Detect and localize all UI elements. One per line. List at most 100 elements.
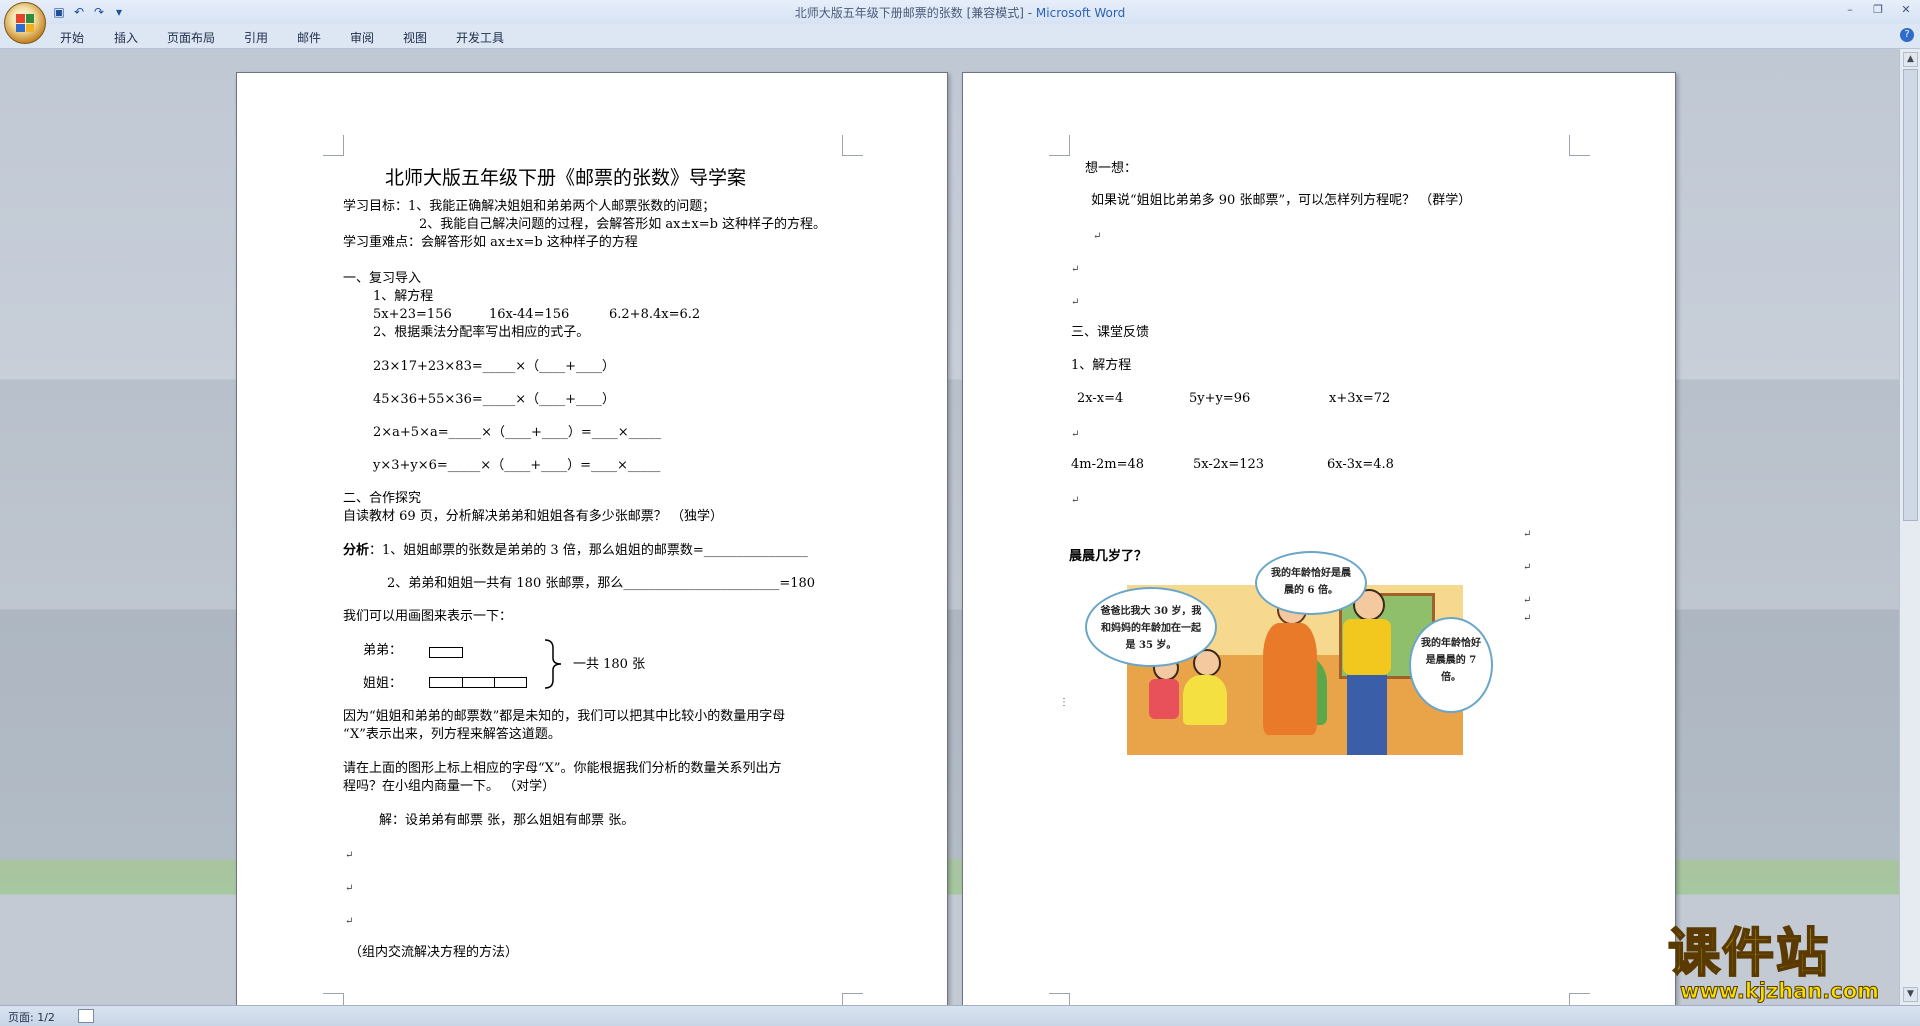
feedback-item-1: 1、解方程	[1071, 358, 1132, 373]
distributive-exercise: 45×36+55×36=_____×（____+____）	[373, 392, 616, 407]
brother-label: 弟弟：	[363, 643, 403, 658]
tab-mailings[interactable]: 邮件	[297, 29, 321, 46]
window-title: 北师大版五年级下册邮票的张数 [兼容模式] - Microsoft Word	[0, 4, 1920, 21]
paragraph-mark: ↵	[1523, 613, 1532, 624]
distributive-exercise: 23×17+23×83=_____×（____+____）	[373, 359, 616, 374]
minimize-icon[interactable]: –	[1842, 2, 1858, 18]
scroll-up-icon[interactable]: ▲	[1903, 52, 1918, 67]
solution-line: 解：设弟弟有邮票 张，那么姐姐有邮票 张。	[379, 813, 635, 828]
father-shirt	[1343, 619, 1391, 675]
brother-bar	[429, 647, 463, 658]
tab-page-layout[interactable]: 页面布局	[167, 29, 215, 46]
analysis-line-1: 分析：1、姐姐邮票的张数是弟弟的 3 倍，那么姐姐的邮票数=__________…	[343, 543, 808, 559]
task-line-1: 请在上面的图形上标上相应的字母“X”。你能根据我们分析的数量关系列出方	[343, 761, 782, 776]
maximize-icon[interactable]: ❐	[1870, 2, 1886, 18]
paragraph-mark: ↵	[1093, 231, 1102, 242]
paragraph-mark: ↵	[1071, 264, 1080, 275]
goal-line-2: 2、我能自己解决问题的过程，会解答形如 ax±x=b 这种样子的方程。	[419, 217, 827, 232]
equation: x+3x=72	[1329, 391, 1391, 406]
paragraph-mark: ↵	[1523, 562, 1532, 573]
paragraph-mark: ↵	[1523, 595, 1532, 606]
review-item-2: 2、根据乘法分配率写出相应的式子。	[373, 325, 590, 340]
title-bar: ▣ ↶ ↷ ▾ 北师大版五年级下册邮票的张数 [兼容模式] - Microsof…	[0, 0, 1920, 24]
explain-line-2: “X”表示出来，列方程来解答这道题。	[343, 727, 561, 742]
office-button[interactable]	[4, 2, 46, 44]
analysis-text: ：1、姐姐邮票的张数是弟弟的 3 倍，那么姐姐的邮票数=____________…	[369, 543, 808, 558]
page-2: 想一想： 如果说“姐姐比弟弟多 90 张邮票”，可以怎样列方程呢？ （群学） ↵…	[962, 72, 1676, 1014]
window-title-app: Microsoft Word	[1035, 6, 1126, 20]
doc-title: 北师大版五年级下册《邮票的张数》导学案	[385, 167, 747, 189]
speech-bubble-mother: 我的年龄恰好是晨晨的 6 倍。	[1255, 551, 1367, 615]
vertical-scrollbar[interactable]: ▲ ▼	[1899, 49, 1920, 1005]
tab-references[interactable]: 引用	[244, 29, 268, 46]
window-title-doc: 北师大版五年级下册邮票的张数 [兼容模式] -	[794, 6, 1036, 20]
tab-insert[interactable]: 插入	[114, 29, 138, 46]
tab-home[interactable]: 开始	[60, 29, 84, 46]
equation: 16x-44=156	[489, 307, 570, 322]
explain-line-1: 因为“姐姐和弟弟的邮票数”都是未知的，我们可以把其中比较小的数量用字母	[343, 709, 786, 724]
office-logo-icon	[16, 14, 34, 32]
margin-marker	[842, 135, 863, 156]
equation: 5y+y=96	[1189, 391, 1251, 406]
equation: 4m-2m=48	[1071, 457, 1145, 472]
task-line-2: 程吗？在小组内商量一下。 （对学）	[343, 779, 556, 794]
equation: 5x-2x=123	[1193, 457, 1265, 472]
tab-review[interactable]: 审阅	[350, 29, 374, 46]
anchor-mark: ⋮	[1059, 697, 1069, 708]
tab-developer[interactable]: 开发工具	[456, 29, 504, 46]
sister-bar	[429, 677, 527, 688]
help-icon[interactable]: ?	[1900, 28, 1914, 42]
status-bar: 页面: 1/2	[0, 1005, 1920, 1026]
drawing-prompt: 我们可以用画图来表示一下：	[343, 609, 513, 624]
total-label: 一共 180 张	[573, 657, 646, 672]
watermark-logo: 课件站 www.kjzhan.com	[1667, 924, 1898, 1005]
window-controls: – ❐ ✕	[1842, 2, 1914, 18]
margin-marker	[1049, 135, 1070, 156]
section-review: 一、复习导入	[343, 271, 422, 286]
sister-label: 姐姐：	[363, 676, 403, 691]
section-feedback: 三、课堂反馈	[1071, 325, 1150, 340]
mother-dress	[1263, 623, 1317, 735]
equation: 6x-3x=4.8	[1327, 457, 1394, 472]
page-1: 北师大版五年级下册《邮票的张数》导学案 学习目标：1、我能正确解决姐姐和弟弟两个…	[236, 72, 948, 1014]
analysis-label: 分析	[343, 543, 370, 558]
page-count[interactable]: 页面: 1/2	[8, 1009, 55, 1025]
paragraph-mark: ↵	[1523, 529, 1532, 540]
ribbon-tabs: 开始 插入 页面布局 引用 邮件 审阅 视图 开发工具	[0, 24, 1920, 49]
group-discussion: （组内交流解决方程的方法）	[349, 945, 519, 960]
think-question: 如果说“姐姐比弟弟多 90 张邮票”，可以怎样列方程呢？ （群学）	[1091, 193, 1472, 208]
distributive-exercise: 2×a+5×a=_____×（____+____）=____×_____	[373, 425, 662, 440]
equation: 6.2+8.4x=6.2	[609, 307, 701, 322]
father-trousers	[1347, 675, 1387, 755]
equation: 5x+23=156	[373, 307, 452, 322]
paragraph-mark: ↵	[1071, 297, 1080, 308]
margin-marker	[1569, 135, 1590, 156]
scroll-thumb[interactable]	[1903, 69, 1918, 521]
equation: 2x-x=4	[1077, 391, 1124, 406]
section-explore: 二、合作探究	[343, 491, 422, 506]
watermark-brand: 课件站	[1667, 924, 1831, 984]
brace-icon	[544, 639, 562, 689]
review-item-1: 1、解方程	[373, 289, 434, 304]
reading-task: 自读教材 69 页，分析解决弟弟和姐姐各有多少张邮票？ （独学）	[343, 509, 723, 524]
scroll-down-icon[interactable]: ▼	[1903, 987, 1918, 1002]
girl-dress	[1183, 675, 1227, 725]
think-heading: 想一想：	[1085, 161, 1138, 176]
goal-line-1: 学习目标：1、我能正确解决姐姐和弟弟两个人邮票张数的问题；	[343, 199, 716, 214]
watermark-url: www.kjzhan.com	[1679, 979, 1880, 1004]
speech-bubble-father: 我的年龄恰好是晨晨的 7 倍。	[1409, 617, 1493, 713]
distributive-exercise: y×3+y×6=_____×（____+____）=____×_____	[373, 458, 661, 473]
paragraph-mark: ↵	[345, 883, 354, 894]
tab-view[interactable]: 视图	[403, 29, 427, 46]
proofing-icon[interactable]	[78, 1009, 94, 1023]
paragraph-mark: ↵	[345, 916, 354, 927]
paragraph-mark: ↵	[345, 850, 354, 861]
margin-marker	[323, 135, 344, 156]
close-icon[interactable]: ✕	[1898, 2, 1914, 18]
paragraph-mark: ↵	[1071, 429, 1080, 440]
paragraph-mark: ↵	[1071, 495, 1080, 506]
child-body	[1149, 679, 1179, 719]
speech-bubble-child: 爸爸比我大 30 岁，我和妈妈的年龄加在一起是 35 岁。	[1085, 587, 1217, 667]
key-points: 学习重难点：会解答形如 ax±x=b 这种样子的方程	[343, 235, 638, 250]
analysis-line-2: 2、弟弟和姐姐一共有 180 张邮票，那么___________________…	[387, 576, 816, 591]
